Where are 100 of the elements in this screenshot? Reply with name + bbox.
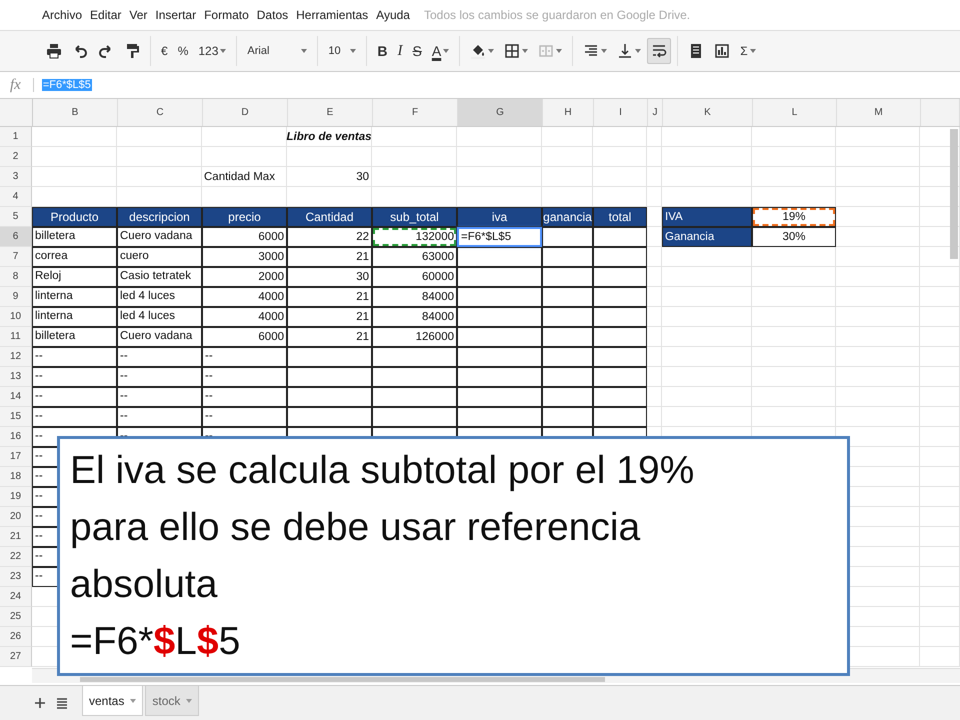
row-header[interactable]: 14 <box>0 387 32 407</box>
row-header[interactable]: 13 <box>0 367 32 387</box>
table-cell: Cuero vadana <box>117 227 202 247</box>
column-header[interactable]: G <box>458 99 543 126</box>
row-header[interactable]: 27 <box>0 647 32 667</box>
row-header[interactable]: 9 <box>0 287 32 307</box>
column-header[interactable]: B <box>33 99 118 126</box>
row-header[interactable]: 15 <box>0 407 32 427</box>
table-cell: 30 <box>287 167 372 187</box>
toolbar-button[interactable]: Σ <box>736 38 760 64</box>
table-cell: Cuero vadana <box>117 327 202 347</box>
row-header[interactable]: 3 <box>0 167 32 187</box>
function-label: fx <box>10 76 21 94</box>
header-cell: Cantidad <box>287 207 372 227</box>
label-cell: Ganancia <box>662 227 752 247</box>
table-cell: Cantidad Max <box>202 167 287 187</box>
row-header[interactable]: 20 <box>0 507 32 527</box>
table-cell: -- <box>117 407 202 427</box>
table-cell: 21 <box>287 307 372 327</box>
table-cell: -- <box>32 347 117 367</box>
label-cell: IVA <box>662 207 752 227</box>
toolbar-dropdown[interactable]: 10 <box>324 38 360 64</box>
menu-item[interactable]: Ayuda <box>376 8 410 22</box>
header-cell: iva <box>457 207 542 227</box>
toolbar-button[interactable]: A <box>428 38 454 64</box>
save-status: Todos los cambios se guardaron en Google Drive. <box>424 8 690 22</box>
column-header[interactable]: I <box>594 99 648 126</box>
table-cell: -- <box>117 387 202 407</box>
toolbar-button[interactable]: % <box>174 38 192 64</box>
toolbar-button[interactable]: € <box>157 38 172 64</box>
column-header[interactable]: M <box>837 99 921 126</box>
header-cell: precio <box>202 207 287 227</box>
toolbar-button[interactable]: 123 <box>194 38 230 64</box>
table-cell: 4000 <box>202 307 287 327</box>
row-header[interactable]: 7 <box>0 247 32 267</box>
table-cell: 60000 <box>372 267 457 287</box>
menu-item[interactable]: Editar <box>90 8 122 22</box>
row-header[interactable]: 19 <box>0 487 32 507</box>
table-cell: 19% <box>752 207 836 227</box>
table-cell: -- <box>202 347 287 367</box>
row-header[interactable]: 25 <box>0 607 32 627</box>
header-cell: ganancia <box>542 207 593 227</box>
table-cell: 22 <box>287 227 372 247</box>
row-header[interactable]: 16 <box>0 427 32 447</box>
table-cell: 21 <box>287 247 372 267</box>
row-header[interactable]: 8 <box>0 267 32 287</box>
row-header[interactable]: 5 <box>0 207 32 227</box>
column-header[interactable]: L <box>753 99 837 126</box>
row-header[interactable]: 11 <box>0 327 32 347</box>
table-cell: -- <box>32 367 117 387</box>
sheet-tab[interactable]: stock <box>145 686 200 716</box>
table-cell: Casio tetratek <box>117 267 202 287</box>
menu-item[interactable]: Archivo <box>42 8 82 22</box>
sheet-tab[interactable]: ventas <box>82 686 144 716</box>
row-header[interactable]: 10 <box>0 307 32 327</box>
column-header[interactable]: C <box>118 99 203 126</box>
table-cell: 4000 <box>202 287 287 307</box>
row-header[interactable]: 1 <box>0 127 32 147</box>
table-cell: -- <box>32 387 117 407</box>
row-header[interactable]: 2 <box>0 147 32 167</box>
table-cell: -- <box>202 407 287 427</box>
menu-item[interactable]: Formato <box>204 8 249 22</box>
toolbar-dropdown[interactable]: Arial <box>243 38 312 64</box>
table-cell: billetera <box>32 227 117 247</box>
table-cell: led 4 luces <box>117 307 202 327</box>
column-header[interactable]: H <box>543 99 594 126</box>
toolbar-button[interactable]: B <box>373 38 392 64</box>
toolbar-button[interactable]: S <box>408 38 426 64</box>
row-header[interactable]: 17 <box>0 447 32 467</box>
row-header[interactable]: 22 <box>0 547 32 567</box>
table-cell: 21 <box>287 327 372 347</box>
table-cell: -- <box>202 387 287 407</box>
row-header[interactable]: 6 <box>0 227 32 247</box>
row-header[interactable]: 21 <box>0 527 32 547</box>
row-header[interactable]: 4 <box>0 187 32 207</box>
header-cell: Producto <box>32 207 117 227</box>
row-header[interactable]: 23 <box>0 567 32 587</box>
table-cell: billetera <box>32 327 117 347</box>
menu-item[interactable]: Ver <box>129 8 148 22</box>
table-cell: 6000 <box>202 227 287 247</box>
row-header[interactable]: 18 <box>0 467 32 487</box>
table-cell: 3000 <box>202 247 287 267</box>
column-header[interactable]: E <box>288 99 373 126</box>
sheet-title: Libro de ventas <box>286 130 372 142</box>
column-header[interactable]: J <box>648 99 663 126</box>
header-cell: total <box>593 207 647 227</box>
table-cell: -- <box>202 367 287 387</box>
menu-item[interactable]: Datos <box>256 8 288 22</box>
table-cell: 84000 <box>372 287 457 307</box>
toolbar-button[interactable]: I <box>394 38 407 64</box>
row-header[interactable]: 26 <box>0 627 32 647</box>
row-header[interactable]: 12 <box>0 347 32 367</box>
column-header[interactable]: D <box>203 99 288 126</box>
menu-item[interactable]: Herramientas <box>296 8 368 22</box>
column-header[interactable]: K <box>663 99 753 126</box>
row-header[interactable]: 24 <box>0 587 32 607</box>
table-cell: -- <box>117 367 202 387</box>
table-cell: 6000 <box>202 327 287 347</box>
menu-item[interactable]: Insertar <box>155 8 196 22</box>
table-cell: Reloj <box>32 267 117 287</box>
